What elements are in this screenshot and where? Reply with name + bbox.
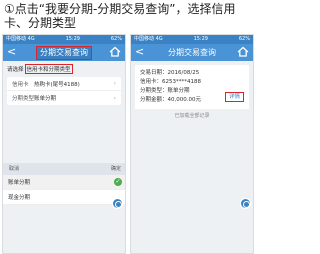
detail-value: 6253****4188	[162, 79, 202, 85]
picker-option-cash[interactable]: 现金分期	[3, 190, 125, 205]
select-prompt: 请选择 信用卡和分期类型	[3, 61, 125, 75]
phone-screen-result: 中国移动 4G 15:29 62% < 分期交易查询 交易日期：2016/08/…	[130, 34, 254, 254]
assistant-bubble-icon[interactable]	[112, 198, 123, 209]
picker-options: 账单分期 ✓ 现金分期	[3, 175, 125, 205]
time-label: 15:29	[193, 36, 208, 42]
option-label: 账单分期	[8, 180, 31, 186]
row-value: 账单分期	[34, 96, 57, 102]
picker-option-bill[interactable]: 账单分期 ✓	[3, 175, 125, 190]
battery-label: 62%	[238, 36, 250, 42]
prompt-prefix: 请选择	[7, 67, 24, 73]
page-title: 分期交易查询	[168, 47, 216, 57]
detail-label: 信用卡：	[140, 79, 163, 85]
installment-type-row[interactable]: 分期类型 账单分期 ›	[7, 91, 121, 105]
carrier-label: 中国移动	[6, 36, 27, 42]
detail-label: 分期类型：	[140, 88, 168, 94]
title-bar: < 分期交易查询	[3, 44, 125, 61]
status-bar: 中国移动 4G 15:29 62%	[131, 35, 253, 44]
home-icon[interactable]	[237, 46, 249, 57]
time-label: 15:29	[65, 36, 80, 42]
assistant-bubble-icon[interactable]	[240, 198, 251, 209]
picker-confirm-button[interactable]: 确定	[111, 163, 121, 175]
option-label: 现金分期	[8, 195, 31, 201]
detail-label: 交易日期：	[140, 70, 168, 76]
back-chevron-icon[interactable]: <	[135, 45, 144, 59]
transaction-date-row: 交易日期：2016/08/25	[140, 69, 244, 78]
page-title: 分期交易查询	[36, 45, 92, 60]
transaction-card: 交易日期：2016/08/25 信用卡：6253****4188 分期类型：账单…	[135, 65, 249, 109]
selection-card: 信用卡 热购卡(尾号4188) › 分期类型 账单分期 ›	[7, 77, 121, 105]
back-chevron-icon[interactable]: <	[7, 45, 16, 59]
check-icon: ✓	[114, 178, 122, 186]
phone-screen-query: 中国移动 4G 15:29 62% < 分期交易查询 请选择 信用卡和分期类型 …	[2, 34, 126, 254]
chevron-right-icon: ›	[113, 94, 116, 102]
picker-cancel-button[interactable]: 取消	[9, 163, 19, 175]
row-label: 分期类型	[12, 96, 35, 102]
detail-value: 账单分期	[167, 88, 190, 94]
status-bar: 中国移动 4G 15:29 62%	[3, 35, 125, 44]
home-icon[interactable]	[109, 46, 121, 57]
load-status-text: 已加载全部记录	[174, 113, 210, 119]
prompt-highlight: 信用卡和分期类型	[24, 64, 73, 74]
detail-value: 2016/08/25	[167, 70, 200, 76]
credit-card-row[interactable]: 信用卡 热购卡(尾号4188) ›	[7, 77, 121, 91]
chevron-right-icon: ›	[113, 80, 116, 87]
picker-toolbar: 取消 确定	[3, 163, 125, 175]
carrier-label: 中国移动	[134, 36, 155, 42]
details-button[interactable]: 详情	[224, 92, 244, 102]
detail-value: 40,000.00元	[167, 97, 202, 103]
battery-label: 62%	[110, 36, 122, 42]
row-label: 信用卡	[12, 81, 29, 88]
detail-label: 分期金额：	[140, 97, 168, 103]
row-value: 热购卡(尾号4188)	[34, 81, 80, 88]
title-bar: < 分期交易查询	[131, 44, 253, 61]
network-label: 4G	[27, 36, 35, 42]
credit-card-row: 信用卡：6253****4188	[140, 78, 244, 87]
network-label: 4G	[155, 36, 163, 42]
instruction-text: ①点击“我要分期-分期交易查询”，选择信用卡、分期类型	[4, 2, 236, 30]
